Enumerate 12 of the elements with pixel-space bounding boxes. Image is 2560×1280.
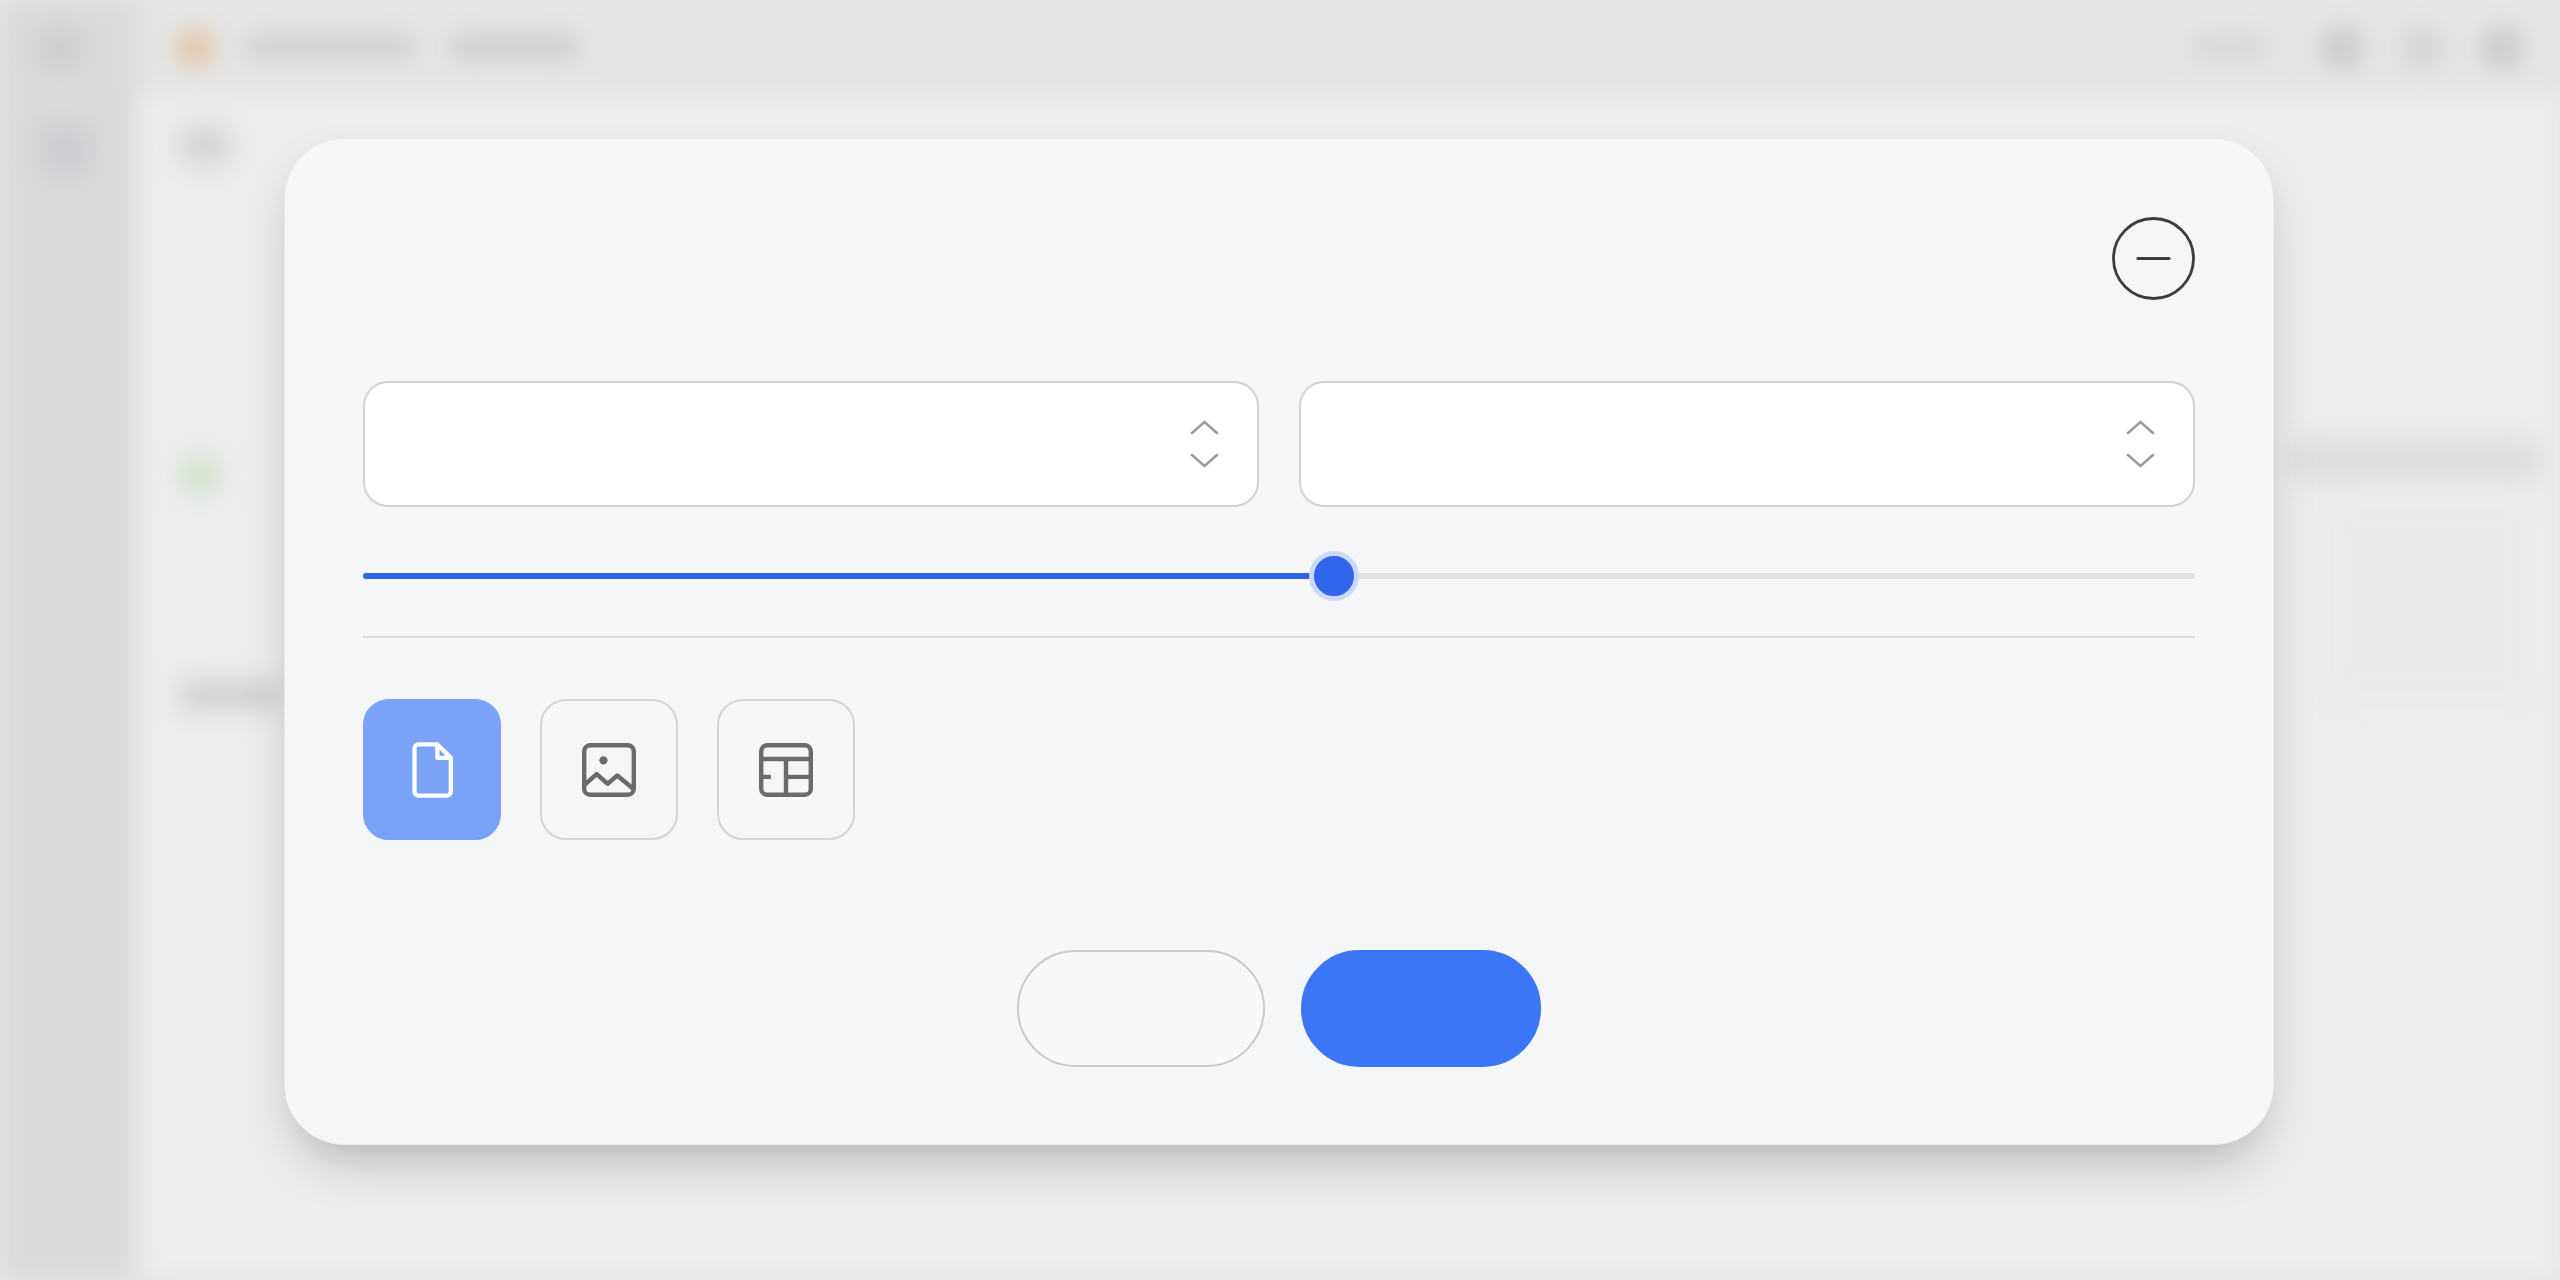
up-down-chevron-icon <box>2126 419 2155 469</box>
select-field[interactable] <box>363 381 1259 507</box>
slider-thumb[interactable] <box>1308 551 1359 601</box>
image-icon <box>582 742 636 797</box>
select-field[interactable] <box>1299 381 2195 507</box>
layout-icon <box>759 742 813 797</box>
document-option-button[interactable] <box>363 699 501 840</box>
slider-track[interactable] <box>363 551 2195 601</box>
up-down-chevron-icon <box>1190 419 1219 469</box>
layout-option-button[interactable] <box>717 699 855 840</box>
minus-circle-icon[interactable] <box>2112 217 2195 300</box>
image-option-button[interactable] <box>540 699 678 840</box>
